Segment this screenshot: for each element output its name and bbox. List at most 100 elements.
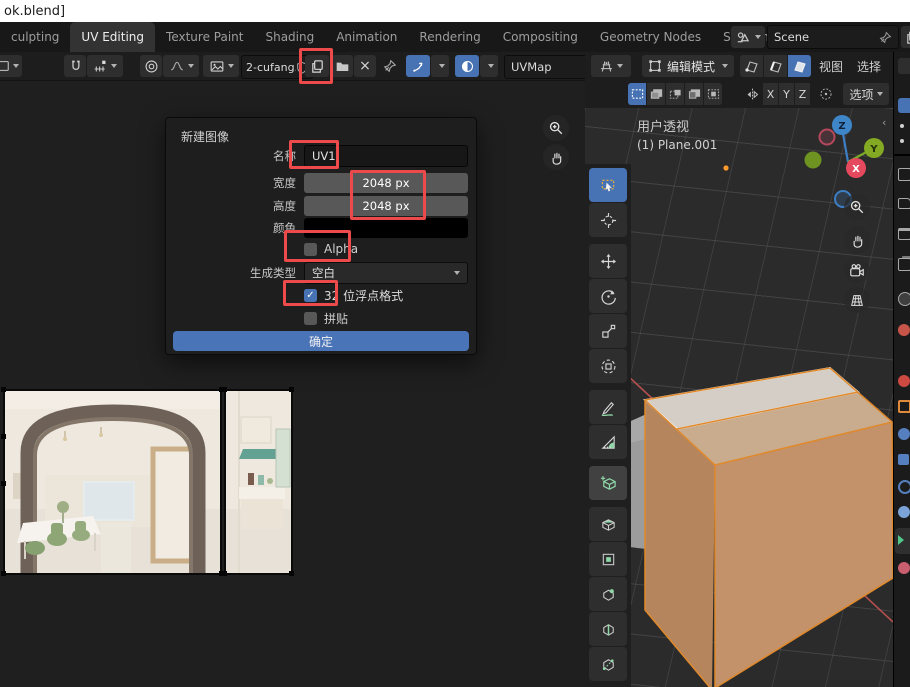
proportional-editing-button[interactable] — [140, 55, 162, 77]
tiled-checkbox[interactable] — [304, 312, 317, 325]
viewport-zoom-button[interactable] — [844, 194, 870, 220]
float32-checkbox[interactable] — [304, 289, 317, 302]
gizmo-neg-y-ball[interactable] — [805, 152, 822, 169]
mirror-x-button[interactable]: X — [763, 83, 778, 105]
mirror-y-button[interactable]: Y — [779, 83, 794, 105]
tool-knife-button[interactable] — [589, 647, 627, 681]
world-tab-icon[interactable] — [898, 324, 910, 336]
output-tab-icon[interactable] — [898, 228, 910, 240]
image-name-field[interactable]: 2-cufang.jpg — [241, 55, 313, 79]
navigation-gizmo[interactable]: Z Y X — [795, 108, 893, 216]
tool-bevel-button[interactable] — [589, 577, 627, 611]
select-invert-button[interactable] — [685, 83, 703, 105]
menu-select[interactable]: 选择 — [851, 55, 887, 77]
view-layer-tab-icon[interactable] — [898, 258, 910, 271]
tool-extrude-button[interactable] — [589, 507, 627, 541]
uv-vertex-dot[interactable] — [222, 571, 227, 576]
face-select-button[interactable] — [788, 55, 811, 77]
collapse-panel-arrow[interactable]: ‹ — [882, 116, 886, 129]
outliner-dot[interactable] — [900, 124, 904, 128]
scene-tab-icon[interactable] — [898, 292, 910, 306]
menu-view[interactable]: 视图 — [813, 55, 849, 77]
overlays-toggle-button[interactable] — [455, 55, 479, 77]
snap-toggle-button[interactable] — [64, 55, 86, 77]
mirror-button[interactable] — [742, 83, 762, 105]
mirror-z-button[interactable]: Z — [795, 83, 810, 105]
uv-vertex-dot[interactable] — [289, 387, 294, 392]
name-input[interactable]: UV1 — [304, 145, 468, 167]
gizmos-toggle-button[interactable] — [406, 55, 430, 77]
tool-tab-icon[interactable] — [898, 168, 910, 181]
viewport-canvas[interactable]: 用户透视 (1) Plane.001 Z Y X — [585, 108, 893, 687]
constraints-tab-icon[interactable] — [898, 506, 910, 518]
uv-vertex-dot[interactable] — [1, 387, 6, 392]
data-tab-active[interactable] — [895, 528, 910, 554]
select-extend-button[interactable] — [647, 83, 665, 105]
width-slider[interactable]: 2048 px — [304, 173, 468, 193]
pin-icon[interactable] — [879, 31, 892, 44]
tab-sculpting[interactable]: culpting — [0, 22, 70, 52]
tool-cursor-button[interactable] — [589, 203, 627, 237]
object-tab-icon[interactable] — [898, 400, 910, 413]
uv-pan-button[interactable] — [543, 144, 569, 170]
tool-scale-button[interactable] — [589, 314, 627, 348]
uv-vertex-dot[interactable] — [1, 434, 6, 439]
tool-loop-cut-button[interactable] — [589, 612, 627, 646]
pin-image-button[interactable] — [380, 55, 400, 77]
tool-move-button[interactable] — [589, 244, 627, 278]
tab-rendering[interactable]: Rendering — [408, 22, 491, 52]
gizmos-dropdown[interactable] — [431, 55, 449, 77]
color-swatch[interactable] — [304, 218, 468, 238]
edge-select-button[interactable] — [764, 55, 787, 77]
proportional-editing-3d-button[interactable] — [815, 83, 837, 105]
tab-shading[interactable]: Shading — [254, 22, 325, 52]
modifier-wrench-icon[interactable] — [898, 428, 910, 440]
select-intersect-button[interactable] — [704, 83, 722, 105]
unlink-image-button[interactable]: × — [354, 55, 376, 77]
uv-mode-dropdown[interactable] — [0, 55, 22, 77]
scene-name-field[interactable]: Scene — [767, 25, 899, 49]
new-scene-button[interactable] — [901, 26, 910, 48]
tool-annotate-button[interactable] — [589, 390, 627, 424]
viewport-camera-button[interactable] — [844, 257, 870, 283]
uv-canvas[interactable] — [1, 386, 294, 578]
properties-header-button[interactable] — [898, 58, 910, 74]
new-image-button[interactable] — [305, 55, 329, 77]
edit-cube[interactable] — [645, 368, 893, 687]
uv-vertex-dot[interactable] — [1, 571, 6, 576]
height-slider[interactable]: 2048 px — [304, 196, 468, 216]
outliner-dot[interactable] — [900, 139, 904, 143]
uv-zoom-button[interactable] — [543, 115, 569, 141]
uv-vertex-dot[interactable] — [1, 481, 6, 486]
options-dropdown[interactable]: 选项 — [843, 83, 889, 105]
world-red-icon[interactable] — [898, 375, 910, 387]
viewport-ortho-button[interactable] — [844, 287, 870, 313]
snapping-dropdown[interactable] — [87, 55, 123, 77]
viewport-pan-button[interactable] — [844, 227, 870, 253]
select-subtract-button[interactable] — [666, 83, 684, 105]
tool-measure-button[interactable] — [589, 425, 627, 459]
overlays-dropdown[interactable] — [480, 55, 498, 77]
select-new-button[interactable] — [628, 83, 646, 105]
physics-tab-icon[interactable] — [898, 480, 910, 494]
tab-geometry-nodes[interactable]: Geometry Nodes — [589, 22, 712, 52]
particles-tab-icon[interactable] — [898, 454, 909, 465]
open-image-button[interactable] — [331, 55, 353, 77]
generated-type-dropdown[interactable]: 空白 — [304, 262, 468, 284]
tab-compositing[interactable]: Compositing — [492, 22, 589, 52]
falloff-dropdown[interactable] — [163, 55, 199, 77]
editor-type-dropdown[interactable] — [591, 55, 631, 77]
uv-vertex-dot[interactable] — [222, 387, 227, 392]
vertex-select-button[interactable] — [740, 55, 763, 77]
tool-select-box-button[interactable] — [589, 168, 627, 202]
tool-add-cube-button[interactable] — [589, 466, 627, 500]
material-tab-icon[interactable] — [898, 562, 910, 574]
ok-button[interactable]: 确定 — [173, 331, 469, 351]
scene-browse-button[interactable] — [731, 26, 765, 48]
render-tab-icon[interactable] — [898, 198, 910, 209]
tab-uv-editing[interactable]: UV Editing — [70, 22, 155, 52]
outliner-active-item[interactable] — [898, 98, 910, 113]
mode-dropdown[interactable]: 编辑模式 — [642, 55, 734, 77]
alpha-checkbox[interactable] — [304, 243, 317, 256]
tab-texture-paint[interactable]: Texture Paint — [155, 22, 254, 52]
